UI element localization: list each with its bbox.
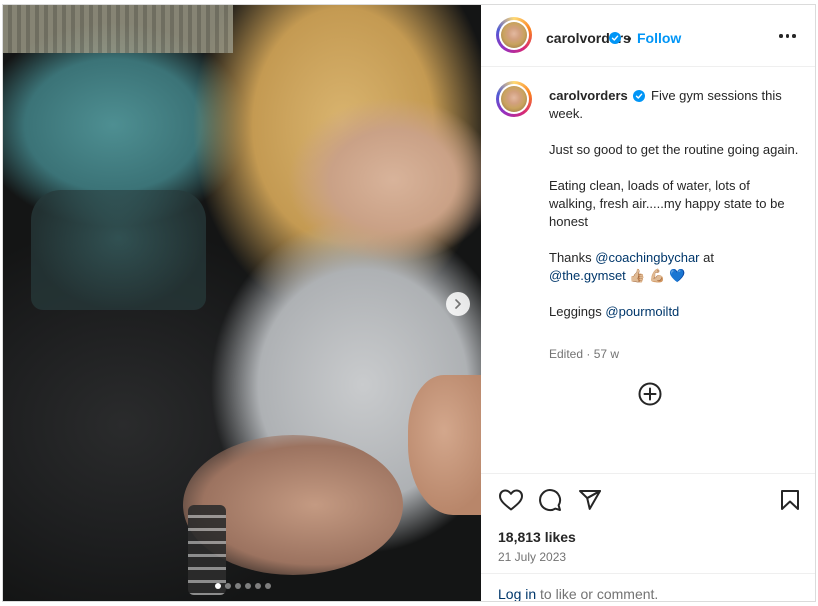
post-dialog: carolvorders • Follow carolvorders Five … [2,4,816,602]
mention-link[interactable]: @pourmoiltd [605,304,679,319]
post-header: carolvorders • Follow [481,5,815,67]
mention-link[interactable]: @coachingbychar [595,250,699,265]
post-sidebar: carolvorders • Follow carolvorders Five … [481,5,815,601]
carousel-dot [215,583,221,589]
chevron-right-icon [455,299,461,309]
carousel-next-button[interactable] [446,292,470,316]
post-caption: carolvorders Five gym sessions this week… [549,87,799,339]
like-count[interactable]: 18,813 likes [498,529,576,545]
mention-link[interactable]: @the.gymset [549,268,626,283]
caption-username[interactable]: carolvorders [549,88,628,103]
carousel-dot [255,583,261,589]
more-options-icon[interactable] [779,34,796,38]
caption-meta: Edited · 57 w [549,347,620,361]
action-bar [481,473,815,534]
bookmark-icon[interactable] [778,488,802,517]
caption-avatar[interactable] [496,81,532,117]
comment-icon[interactable] [538,488,562,517]
header-separator: • [627,31,632,46]
login-prompt-text: to like or comment. [536,586,659,602]
heart-icon[interactable] [498,488,524,517]
carousel-dot [225,583,231,589]
follow-button[interactable]: Follow [637,30,681,46]
login-link[interactable]: Log in [498,586,536,601]
carousel-dot [265,583,271,589]
add-comment-icon[interactable] [638,382,662,411]
caption-line: Just so good to get the routine going ag… [549,142,799,157]
caption-line: Eating clean, loads of water, lots of wa… [549,178,785,229]
photo-subject-shoulder [408,375,481,515]
verified-badge-icon [633,90,646,102]
caption-text: Leggings [549,304,606,319]
caption-text: Thanks [549,250,596,265]
login-prompt: Log in to like or comment. [481,573,815,602]
carousel-indicator [215,583,271,589]
caption-text: at [699,250,714,265]
background-chair [31,190,206,310]
carousel-dot [235,583,241,589]
avatar[interactable] [496,17,532,53]
carousel-dot [245,583,251,589]
share-icon[interactable] [578,488,602,517]
emoji-text: 👍🏼 💪🏼 💙 [629,268,686,283]
verified-badge-icon [609,32,621,44]
photo-subject-belt [188,505,226,595]
post-photo[interactable] [3,5,481,601]
window-blind [3,5,233,53]
post-date[interactable]: 21 July 2023 [498,550,566,564]
